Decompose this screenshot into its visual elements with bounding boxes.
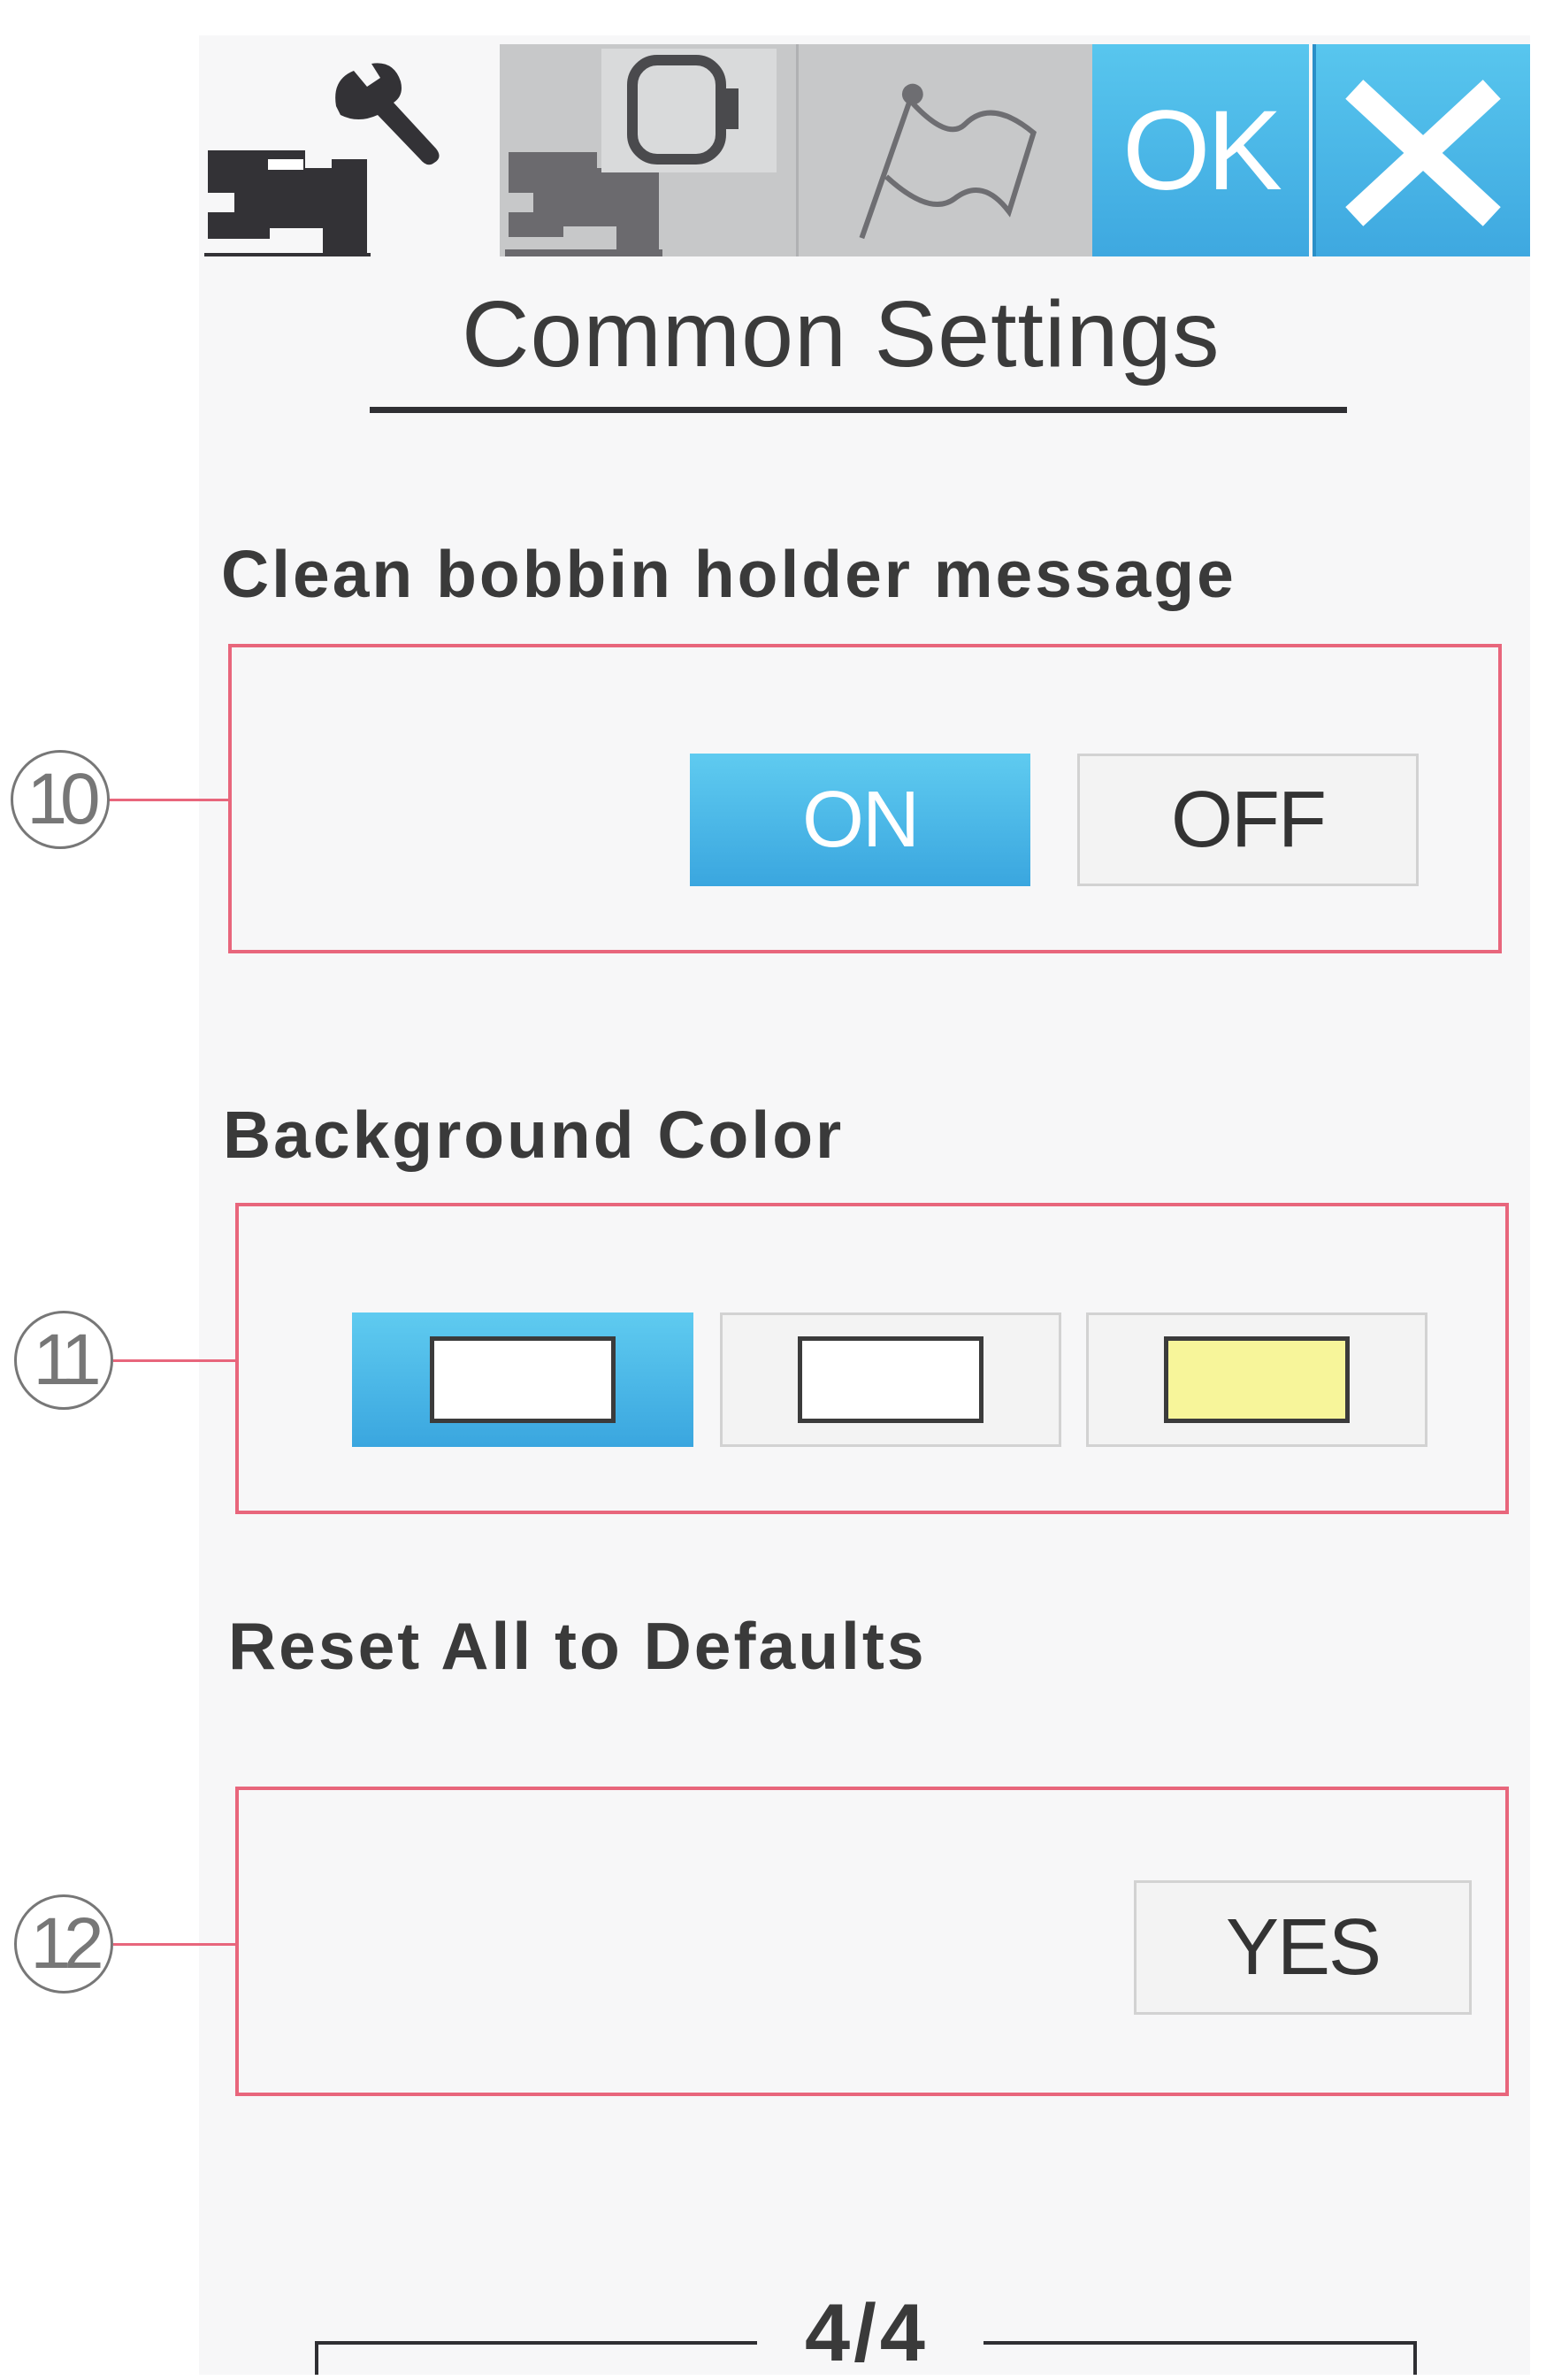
bobbin-message-on-button[interactable]: ON: [690, 754, 1030, 886]
bobbin-message-label: Clean bobbin holder message: [221, 537, 1236, 611]
machine-hoop-icon: [505, 49, 777, 256]
bobbin-message-off-button[interactable]: OFF: [1077, 754, 1419, 886]
background-color-option-3[interactable]: [1086, 1312, 1427, 1447]
callout-number-10: 10: [11, 750, 110, 849]
tab-machine-settings[interactable]: [500, 44, 796, 256]
tab-common-settings[interactable]: [199, 44, 500, 256]
flag-icon: [859, 83, 1037, 240]
white-swatch: [430, 1336, 616, 1423]
ok-button[interactable]: OK: [1092, 44, 1309, 256]
page-indicator-line-right: [983, 2341, 1417, 2345]
yellow-swatch: [1164, 1336, 1350, 1423]
callout-number-11: 11: [14, 1311, 113, 1410]
page-indicator-tick-right: [1413, 2341, 1417, 2375]
background-color-option-2[interactable]: [720, 1312, 1061, 1447]
page-title: Common Settings: [462, 282, 1221, 386]
callout-line-10: [108, 799, 228, 801]
background-color-label: Background Color: [223, 1098, 845, 1172]
background-color-option-1[interactable]: [352, 1312, 693, 1447]
page-indicator-tick-left: [315, 2341, 318, 2375]
close-icon: [1345, 80, 1501, 226]
reset-yes-button[interactable]: YES: [1134, 1880, 1472, 2015]
callout-number-12: 12: [14, 1894, 113, 1994]
tab-language-settings[interactable]: [796, 44, 1092, 256]
callout-line-11: [113, 1359, 235, 1362]
page-indicator-line-left: [315, 2341, 757, 2345]
reset-defaults-label: Reset All to Defaults: [228, 1609, 927, 1683]
machine-wrench-icon: [204, 63, 440, 256]
white-swatch: [798, 1336, 983, 1423]
callout-line-12: [113, 1943, 235, 1946]
title-underline: [370, 407, 1347, 413]
page-indicator: 4/4: [805, 2288, 929, 2378]
close-button[interactable]: [1313, 44, 1530, 256]
